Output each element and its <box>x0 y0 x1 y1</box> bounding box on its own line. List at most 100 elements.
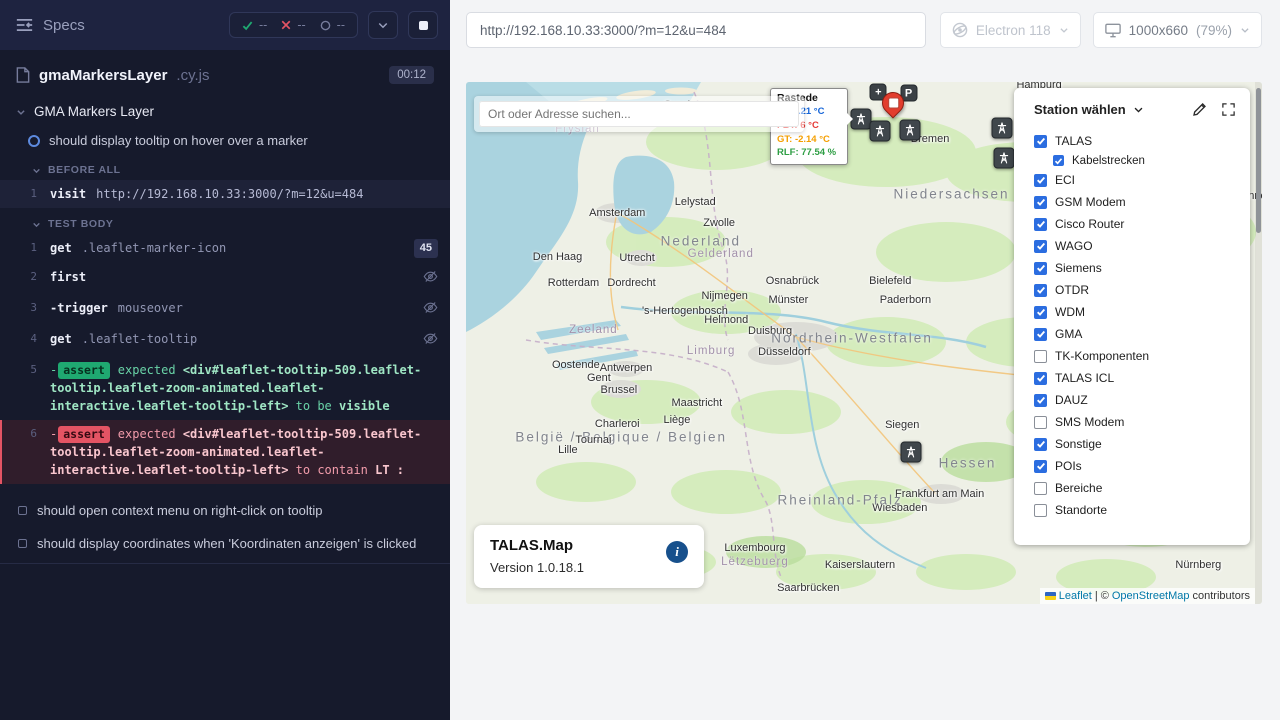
assert-text: to contain <box>288 463 375 477</box>
command-message: http://192.168.10.33:3000/?m=12&u=484 <box>96 187 363 201</box>
station-marker-icon[interactable] <box>994 148 1015 169</box>
specs-label[interactable]: Specs <box>43 17 85 34</box>
station-filter-item[interactable]: Siemens <box>1034 257 1240 279</box>
station-filter-item[interactable]: TALAS ICL <box>1034 367 1240 389</box>
test-stats: -- -- -- <box>229 12 358 38</box>
app-preview-pane: Electron 118 1000x660 (79%) <box>450 0 1280 720</box>
station-select-label[interactable]: Station wählen <box>1034 102 1126 117</box>
station-filter-item[interactable]: GSM Modem <box>1034 191 1240 213</box>
command-row[interactable]: 5-assertexpected <div#leaflet-tooltip-50… <box>0 356 450 420</box>
station-filter-item[interactable]: Standorte <box>1034 499 1240 521</box>
command-method: get <box>50 241 72 255</box>
checkbox-checked[interactable] <box>1034 394 1047 407</box>
openstreetmap-link[interactable]: OpenStreetMap <box>1112 590 1190 602</box>
checkbox-checked[interactable] <box>1034 240 1047 253</box>
checkbox-checked[interactable] <box>1034 262 1047 275</box>
station-marker-icon[interactable] <box>991 118 1012 139</box>
map-search-input[interactable] <box>479 101 799 127</box>
viewport-select[interactable]: 1000x660 (79%) <box>1093 12 1262 48</box>
leaflet-link[interactable]: Leaflet <box>1059 590 1092 602</box>
station-filter-label: TALAS <box>1055 134 1092 148</box>
invisible-element-icon <box>423 331 438 351</box>
station-filter-label: WAGO <box>1055 239 1093 253</box>
station-filter-item[interactable]: TK-Komponenten <box>1034 345 1240 367</box>
station-filter-item[interactable]: Bereiche <box>1034 477 1240 499</box>
test-list: GMA Markers Layer should display tooltip… <box>0 96 450 720</box>
station-filter-item[interactable]: TALAS <box>1034 130 1240 152</box>
test-body-section[interactable]: TEST BODY <box>0 208 450 234</box>
spec-timer: 00:12 <box>389 66 434 84</box>
before-all-section[interactable]: BEFORE ALL <box>0 154 450 180</box>
station-filter-label: GSM Modem <box>1055 195 1126 209</box>
pending-test-title: should open context menu on right-click … <box>37 503 322 518</box>
station-marker-icon[interactable] <box>900 120 921 141</box>
command-row[interactable]: 4get.leaflet-tooltip <box>0 325 450 356</box>
station-marker-icon[interactable] <box>900 442 921 463</box>
command-content: -assertexpected <div#leaflet-tooltip-509… <box>50 361 438 415</box>
command-row[interactable]: 3-triggermouseover <box>0 294 450 325</box>
station-marker-icon[interactable] <box>850 108 871 129</box>
command-row[interactable]: 2first <box>0 263 450 294</box>
checkbox-checked[interactable] <box>1034 372 1047 385</box>
suite-row[interactable]: GMA Markers Layer <box>0 96 450 127</box>
chevron-down-icon[interactable] <box>1133 104 1144 115</box>
pending-count: -- <box>337 18 345 32</box>
command-row[interactable]: 1visithttp://192.168.10.33:3000/?m=12&u=… <box>0 180 450 208</box>
app-scrollbar[interactable] <box>1255 82 1262 604</box>
url-input[interactable] <box>471 23 921 38</box>
caret-down-icon <box>16 107 26 117</box>
station-filter-item[interactable]: ECI <box>1034 169 1240 191</box>
attribution-suffix: contributors <box>1193 590 1250 602</box>
checkbox-unchecked[interactable] <box>1034 504 1047 517</box>
station-filter-item[interactable]: DAUZ <box>1034 389 1240 411</box>
checkbox-checked[interactable] <box>1053 155 1064 166</box>
station-filter-label: SMS Modem <box>1055 415 1124 429</box>
checkbox-checked[interactable] <box>1034 196 1047 209</box>
assert-text: LT : <box>375 463 404 477</box>
pending-test-row[interactable]: should open context menu on right-click … <box>0 494 450 527</box>
command-row[interactable]: 1get.leaflet-marker-icon45 <box>0 234 450 263</box>
expand-icon[interactable] <box>1221 102 1236 117</box>
passed-count: -- <box>259 18 267 32</box>
station-filter-item[interactable]: WAGO <box>1034 235 1240 257</box>
checkbox-unchecked[interactable] <box>1034 416 1047 429</box>
command-content: -triggermouseover <box>50 299 415 317</box>
station-filter-item[interactable]: OTDR <box>1034 279 1240 301</box>
station-marker-icon[interactable] <box>869 121 890 142</box>
pending-test-row[interactable]: should display coordinates when 'Koordin… <box>0 527 450 564</box>
map-info-card: TALAS.Map Version 1.0.18.1 i <box>474 525 704 588</box>
station-filter-item[interactable]: POIs <box>1034 455 1240 477</box>
spec-name[interactable]: gmaMarkersLayer <box>39 67 167 84</box>
specs-menu-icon[interactable] <box>16 18 33 32</box>
checkbox-checked[interactable] <box>1034 284 1047 297</box>
stop-button[interactable] <box>408 11 438 39</box>
station-filter-item[interactable]: Kabelstrecken <box>1053 152 1240 169</box>
checkbox-unchecked[interactable] <box>1034 350 1047 363</box>
station-filter-item[interactable]: Sonstige <box>1034 433 1240 455</box>
station-filter-item[interactable]: SMS Modem <box>1034 411 1240 433</box>
leaflet-map[interactable]: GroningenFryslânBremenHamburgNiedersachs… <box>466 82 1262 604</box>
checkbox-unchecked[interactable] <box>1034 482 1047 495</box>
scrollbar-thumb[interactable] <box>1256 88 1261 233</box>
station-filter-item[interactable]: Cisco Router <box>1034 213 1240 235</box>
edit-pencil-icon[interactable] <box>1192 101 1208 117</box>
collapse-preview-button[interactable] <box>368 11 398 39</box>
checkbox-checked[interactable] <box>1034 460 1047 473</box>
checkbox-checked[interactable] <box>1034 135 1047 148</box>
info-icon[interactable]: i <box>666 541 688 563</box>
checkbox-checked[interactable] <box>1034 328 1047 341</box>
browser-select[interactable]: Electron 118 <box>940 12 1081 48</box>
checkbox-checked[interactable] <box>1034 306 1047 319</box>
map-search-box <box>474 96 804 132</box>
station-filter-item[interactable]: WDM <box>1034 301 1240 323</box>
checkbox-checked[interactable] <box>1034 438 1047 451</box>
command-method: -trigger <box>50 301 108 315</box>
checkbox-checked[interactable] <box>1034 218 1047 231</box>
command-row[interactable]: 6-assertexpected <div#leaflet-tooltip-50… <box>0 420 450 484</box>
before-all-label: BEFORE ALL <box>48 164 121 176</box>
station-filter-item[interactable]: GMA <box>1034 323 1240 345</box>
checkbox-checked[interactable] <box>1034 174 1047 187</box>
active-test-row[interactable]: should display tooltip on hover over a m… <box>0 127 450 154</box>
selected-marker-pin[interactable] <box>882 92 906 118</box>
browser-name: Electron 118 <box>976 23 1051 38</box>
